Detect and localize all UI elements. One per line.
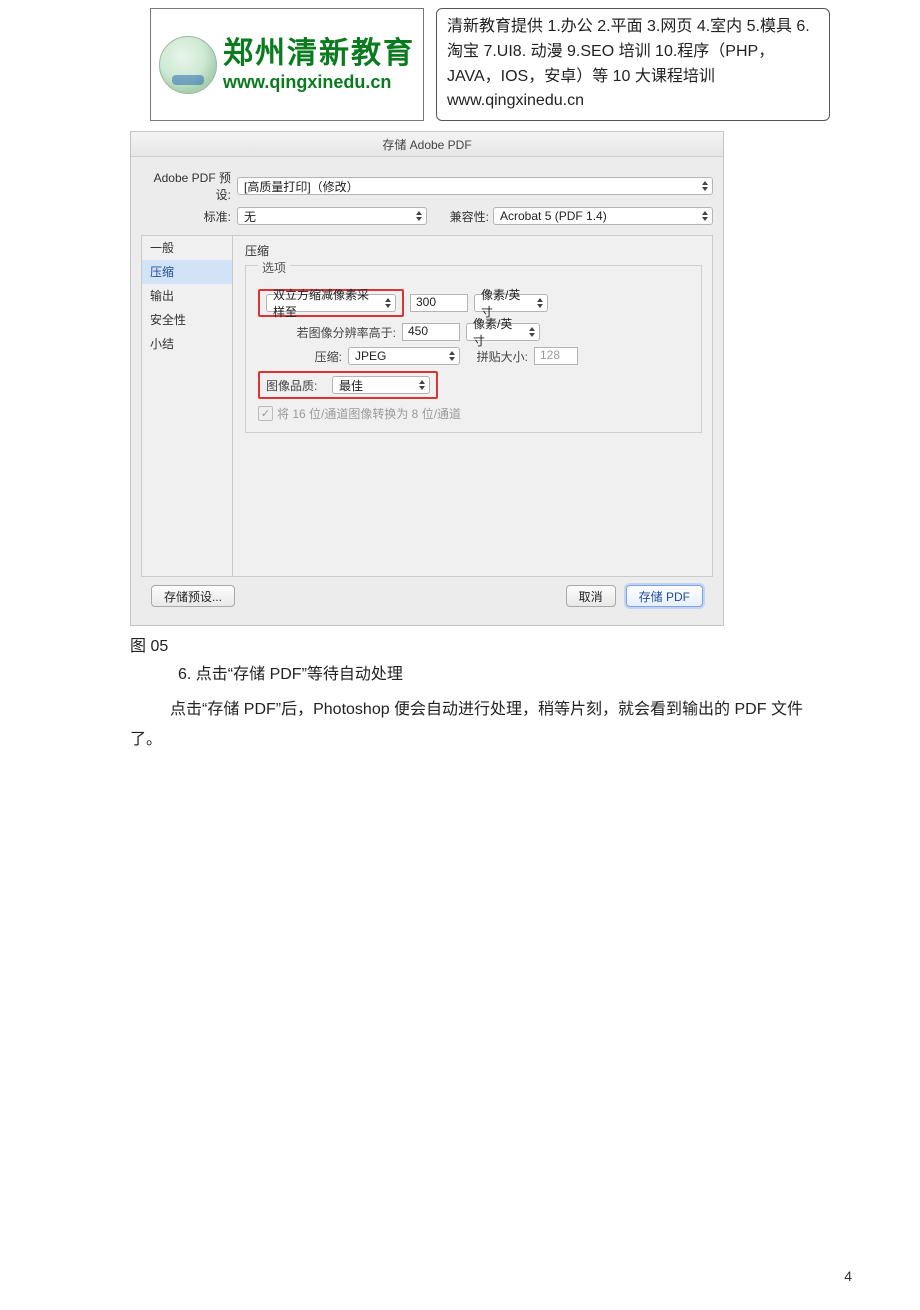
sidebar: 一般 压缩 输出 安全性 小结: [142, 236, 233, 576]
standard-label: 标准:: [141, 208, 231, 225]
header: 郑州清新教育 www.qingxinedu.cn 清新教育提供 1.办公 2.平…: [150, 8, 830, 121]
threshold-label: 若图像分辨率高于:: [258, 324, 396, 341]
tab-compression[interactable]: 压缩: [142, 260, 232, 284]
tab-summary[interactable]: 小结: [142, 332, 232, 356]
page-number: 4: [844, 1268, 852, 1284]
compress-value: JPEG: [355, 349, 386, 363]
compat-label: 兼容性:: [433, 208, 489, 225]
tab-general[interactable]: 一般: [142, 236, 232, 260]
tilesize-input: 128: [534, 347, 578, 365]
save-preset-button[interactable]: 存储预设...: [151, 585, 235, 607]
step-6: 6. 点击“存储 PDF”等待自动处理: [130, 660, 830, 690]
logo-title: 郑州清新教育: [223, 37, 415, 72]
downsample-input[interactable]: 300: [410, 294, 468, 312]
unit1-select[interactable]: 像素/英寸: [474, 294, 548, 312]
compat-select[interactable]: Acrobat 5 (PDF 1.4): [493, 207, 713, 225]
preset-value: [高质量打印]（修改）: [244, 178, 359, 195]
dialog-title: 存储 Adobe PDF: [131, 132, 723, 157]
convert-checkbox: 将 16 位/通道图像转换为 8 位/通道: [258, 405, 689, 422]
header-description: 清新教育提供 1.办公 2.平面 3.网页 4.室内 5.模具 6.淘宝 7.U…: [436, 8, 830, 121]
unit2-value: 像素/英寸: [473, 315, 523, 349]
quality-select[interactable]: 最佳: [332, 376, 430, 394]
cancel-button[interactable]: 取消: [566, 585, 616, 607]
logo-icon: [159, 36, 217, 94]
downsample-label: 双立方缩减像素采样至: [273, 286, 379, 320]
compress-select[interactable]: JPEG: [348, 347, 460, 365]
preset-label: Adobe PDF 预设:: [141, 169, 231, 203]
compat-value: Acrobat 5 (PDF 1.4): [500, 209, 607, 223]
group-legend: 选项: [258, 259, 290, 276]
standard-select[interactable]: 无: [237, 207, 427, 225]
pdf-dialog: 存储 Adobe PDF Adobe PDF 预设: [高质量打印]（修改） 标…: [130, 131, 724, 626]
paragraph: 点击“存储 PDF”后，Photoshop 便会自动进行处理，稍等片刻，就会看到…: [130, 695, 830, 756]
threshold-input[interactable]: 450: [402, 323, 460, 341]
unit2-select[interactable]: 像素/英寸: [466, 323, 540, 341]
quality-label: 图像品质:: [266, 377, 326, 394]
logo-url: www.qingxinedu.cn: [223, 72, 415, 93]
right-panel: 压缩 选项 双立方缩减像素采样至: [233, 236, 712, 576]
tilesize-label: 拼贴大小:: [466, 348, 528, 365]
figure-caption: 图 05: [130, 632, 830, 656]
preset-select[interactable]: [高质量打印]（修改）: [237, 177, 713, 195]
tab-security[interactable]: 安全性: [142, 308, 232, 332]
compress-label: 压缩:: [258, 348, 342, 365]
save-pdf-button[interactable]: 存储 PDF: [626, 585, 703, 607]
logo-box: 郑州清新教育 www.qingxinedu.cn: [150, 8, 424, 121]
downsample-select[interactable]: 双立方缩减像素采样至: [266, 294, 396, 312]
quality-redbox: 图像品质: 最佳: [258, 371, 438, 399]
section-title: 压缩: [245, 242, 702, 259]
tab-output[interactable]: 输出: [142, 284, 232, 308]
quality-value: 最佳: [339, 377, 363, 394]
standard-value: 无: [244, 208, 256, 225]
convert-checkbox-label: 将 16 位/通道图像转换为 8 位/通道: [277, 405, 461, 422]
downsample-redbox: 双立方缩减像素采样至: [258, 289, 404, 317]
